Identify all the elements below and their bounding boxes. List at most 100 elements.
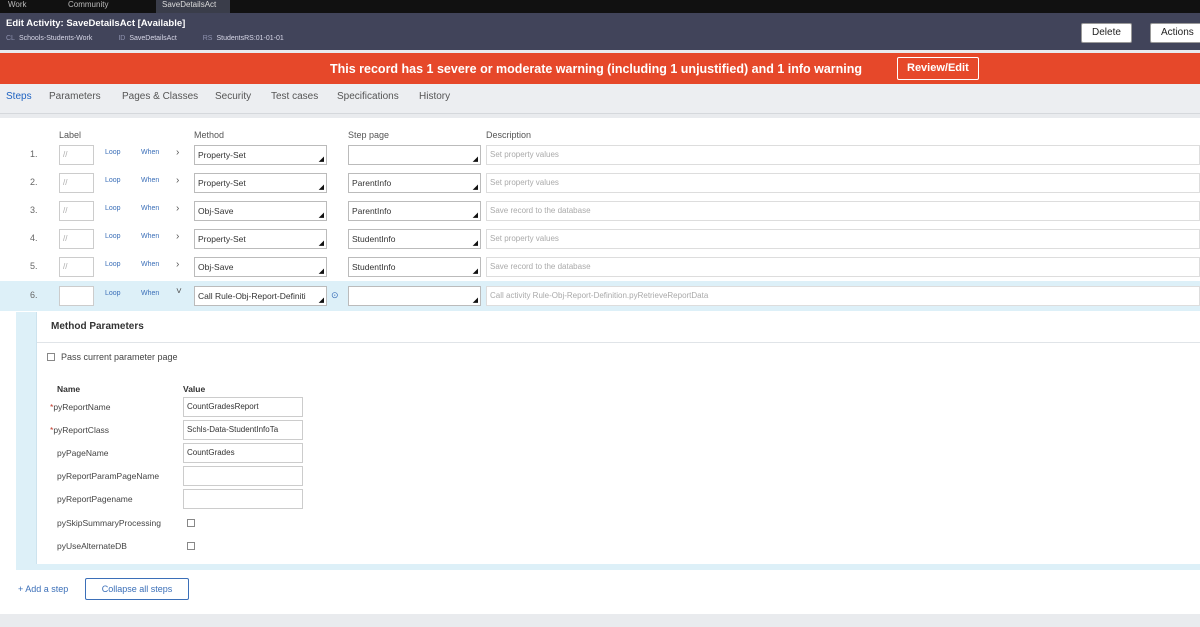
- param-name: *pyReportClass: [50, 425, 110, 435]
- param-value-field[interactable]: [183, 489, 303, 509]
- step-label-field[interactable]: //: [59, 229, 94, 249]
- method-field[interactable]: Property-Set ◢: [194, 229, 327, 249]
- step-page-field[interactable]: StudentInfo ◢: [348, 229, 481, 249]
- top-tab-current-record[interactable]: SaveDetailsAct: [156, 0, 230, 13]
- step-number: 1.: [30, 149, 38, 159]
- method-parameters-section: Method Parameters Pass current parameter…: [36, 312, 1200, 564]
- autocomplete-icon: ◢: [472, 268, 478, 275]
- divider: [37, 342, 1200, 343]
- open-rule-icon[interactable]: ⊙: [331, 290, 339, 301]
- param-checkbox[interactable]: [187, 542, 195, 550]
- autocomplete-icon: ◢: [318, 156, 324, 163]
- step-page-value: ParentInfo: [352, 178, 392, 188]
- tab-test-cases[interactable]: Test cases: [271, 91, 318, 102]
- loop-link[interactable]: Loop: [105, 205, 121, 212]
- label-column-header: Label: [59, 130, 82, 140]
- chevron-right-icon[interactable]: ›: [176, 203, 179, 214]
- id-prefix: ID: [118, 35, 126, 42]
- tab-history[interactable]: History: [419, 91, 450, 102]
- top-tab-bar: Work Community SaveDetailsAct: [0, 0, 1200, 13]
- tab-parameters[interactable]: Parameters: [49, 91, 101, 102]
- step-page-field[interactable]: StudentInfo ◢: [348, 257, 481, 277]
- step-details-expanded: Method Parameters Pass current parameter…: [16, 312, 1200, 570]
- tab-security[interactable]: Security: [215, 91, 251, 102]
- step-row-selected[interactable]: 6. Loop When ˅ Call Rule-Obj-Report-Defi…: [0, 281, 1200, 311]
- chevron-down-icon[interactable]: ˅: [176, 286, 182, 297]
- pass-param-page-checkbox[interactable]: [47, 353, 55, 361]
- param-checkbox[interactable]: [187, 519, 195, 527]
- loop-link[interactable]: Loop: [105, 290, 121, 297]
- tab-steps[interactable]: Steps: [6, 91, 32, 102]
- loop-link[interactable]: Loop: [105, 149, 121, 156]
- method-field[interactable]: Obj-Save ◢: [194, 257, 327, 277]
- step-label-field[interactable]: //: [59, 173, 94, 193]
- chevron-right-icon[interactable]: ›: [176, 259, 179, 270]
- step-row[interactable]: 4. // Loop When › Property-Set ◢ StudentI…: [0, 226, 1200, 253]
- step-page-field[interactable]: ParentInfo ◢: [348, 201, 481, 221]
- step-page-field[interactable]: ◢: [348, 286, 481, 306]
- param-name: *pyReportName: [50, 402, 111, 412]
- when-link[interactable]: When: [141, 290, 159, 297]
- method-value: Property-Set: [198, 234, 246, 244]
- tab-specifications[interactable]: Specifications: [337, 91, 399, 102]
- method-field[interactable]: Property-Set ◢: [194, 173, 327, 193]
- actions-button[interactable]: Actions: [1150, 23, 1200, 43]
- delete-button[interactable]: Delete: [1081, 23, 1132, 43]
- record-identifiers: CL Schools-Students-Work ID SaveDetailsAct…: [6, 35, 308, 42]
- step-label-field[interactable]: //: [59, 145, 94, 165]
- step-row[interactable]: 5. // Loop When › Obj-Save ◢ StudentInfo ◢…: [0, 254, 1200, 281]
- collapse-all-steps-button[interactable]: Collapse all steps: [85, 578, 189, 600]
- param-value-field[interactable]: [183, 466, 303, 486]
- step-number: 6.: [30, 290, 38, 300]
- autocomplete-icon: ◢: [472, 297, 478, 304]
- method-value: Obj-Save: [198, 262, 234, 272]
- description-field[interactable]: Set property values: [486, 229, 1200, 249]
- when-link[interactable]: When: [141, 233, 159, 240]
- method-field[interactable]: Obj-Save ◢: [194, 201, 327, 221]
- loop-link[interactable]: Loop: [105, 177, 121, 184]
- description-field[interactable]: Set property values: [486, 173, 1200, 193]
- tab-pages-classes[interactable]: Pages & Classes: [122, 91, 198, 102]
- when-link[interactable]: When: [141, 149, 159, 156]
- ruleset-prefix: RS: [202, 35, 213, 42]
- description-field[interactable]: Set property values: [486, 145, 1200, 165]
- param-name: pyReportPagename: [57, 494, 133, 504]
- description-field[interactable]: Call activity Rule-Obj-Report-Definition…: [486, 286, 1200, 306]
- when-link[interactable]: When: [141, 261, 159, 268]
- step-label-field[interactable]: //: [59, 201, 94, 221]
- param-value-field[interactable]: CountGradesReport: [183, 397, 303, 417]
- class-name-link[interactable]: Schools-Students-Work: [19, 35, 92, 42]
- chevron-right-icon[interactable]: ›: [176, 175, 179, 186]
- description-field[interactable]: Save record to the database: [486, 201, 1200, 221]
- warning-message: This record has 1 severe or moderate war…: [330, 62, 863, 76]
- method-value: Obj-Save: [198, 206, 234, 216]
- review-edit-button[interactable]: Review/Edit: [897, 57, 979, 80]
- step-page-field[interactable]: ParentInfo ◢: [348, 173, 481, 193]
- autocomplete-icon: ◢: [318, 240, 324, 247]
- step-label-field[interactable]: //: [59, 257, 94, 277]
- step-page-field[interactable]: ◢: [348, 145, 481, 165]
- add-step-link[interactable]: + Add a step: [18, 584, 68, 594]
- chevron-right-icon[interactable]: ›: [176, 147, 179, 158]
- param-value-field[interactable]: Schls-Data-StudentInfoTa: [183, 420, 303, 440]
- description-field[interactable]: Save record to the database: [486, 257, 1200, 277]
- loop-link[interactable]: Loop: [105, 261, 121, 268]
- step-label-field[interactable]: [59, 286, 94, 306]
- autocomplete-icon: ◢: [318, 297, 324, 304]
- top-tab-community[interactable]: Community: [62, 0, 114, 13]
- method-field[interactable]: Property-Set ◢: [194, 145, 327, 165]
- top-tab-work[interactable]: Work: [2, 0, 33, 13]
- when-link[interactable]: When: [141, 177, 159, 184]
- step-row[interactable]: 2. // Loop When › Property-Set ◢ ParentIn…: [0, 170, 1200, 197]
- param-name: pyUseAlternateDB: [57, 541, 127, 551]
- step-row[interactable]: 1. // Loop When › Property-Set ◢ ◢ Set pr…: [0, 142, 1200, 169]
- pass-param-page-label: Pass current parameter page: [61, 352, 178, 362]
- ruleset-link[interactable]: StudentsRS:01-01-01: [216, 35, 283, 42]
- chevron-right-icon[interactable]: ›: [176, 231, 179, 242]
- param-value-field[interactable]: CountGrades: [183, 443, 303, 463]
- method-value: Call Rule-Obj-Report-Definiti: [198, 291, 306, 301]
- method-field[interactable]: Call Rule-Obj-Report-Definiti ◢: [194, 286, 327, 306]
- when-link[interactable]: When: [141, 205, 159, 212]
- step-row[interactable]: 3. // Loop When › Obj-Save ◢ ParentInfo ◢ …: [0, 198, 1200, 225]
- loop-link[interactable]: Loop: [105, 233, 121, 240]
